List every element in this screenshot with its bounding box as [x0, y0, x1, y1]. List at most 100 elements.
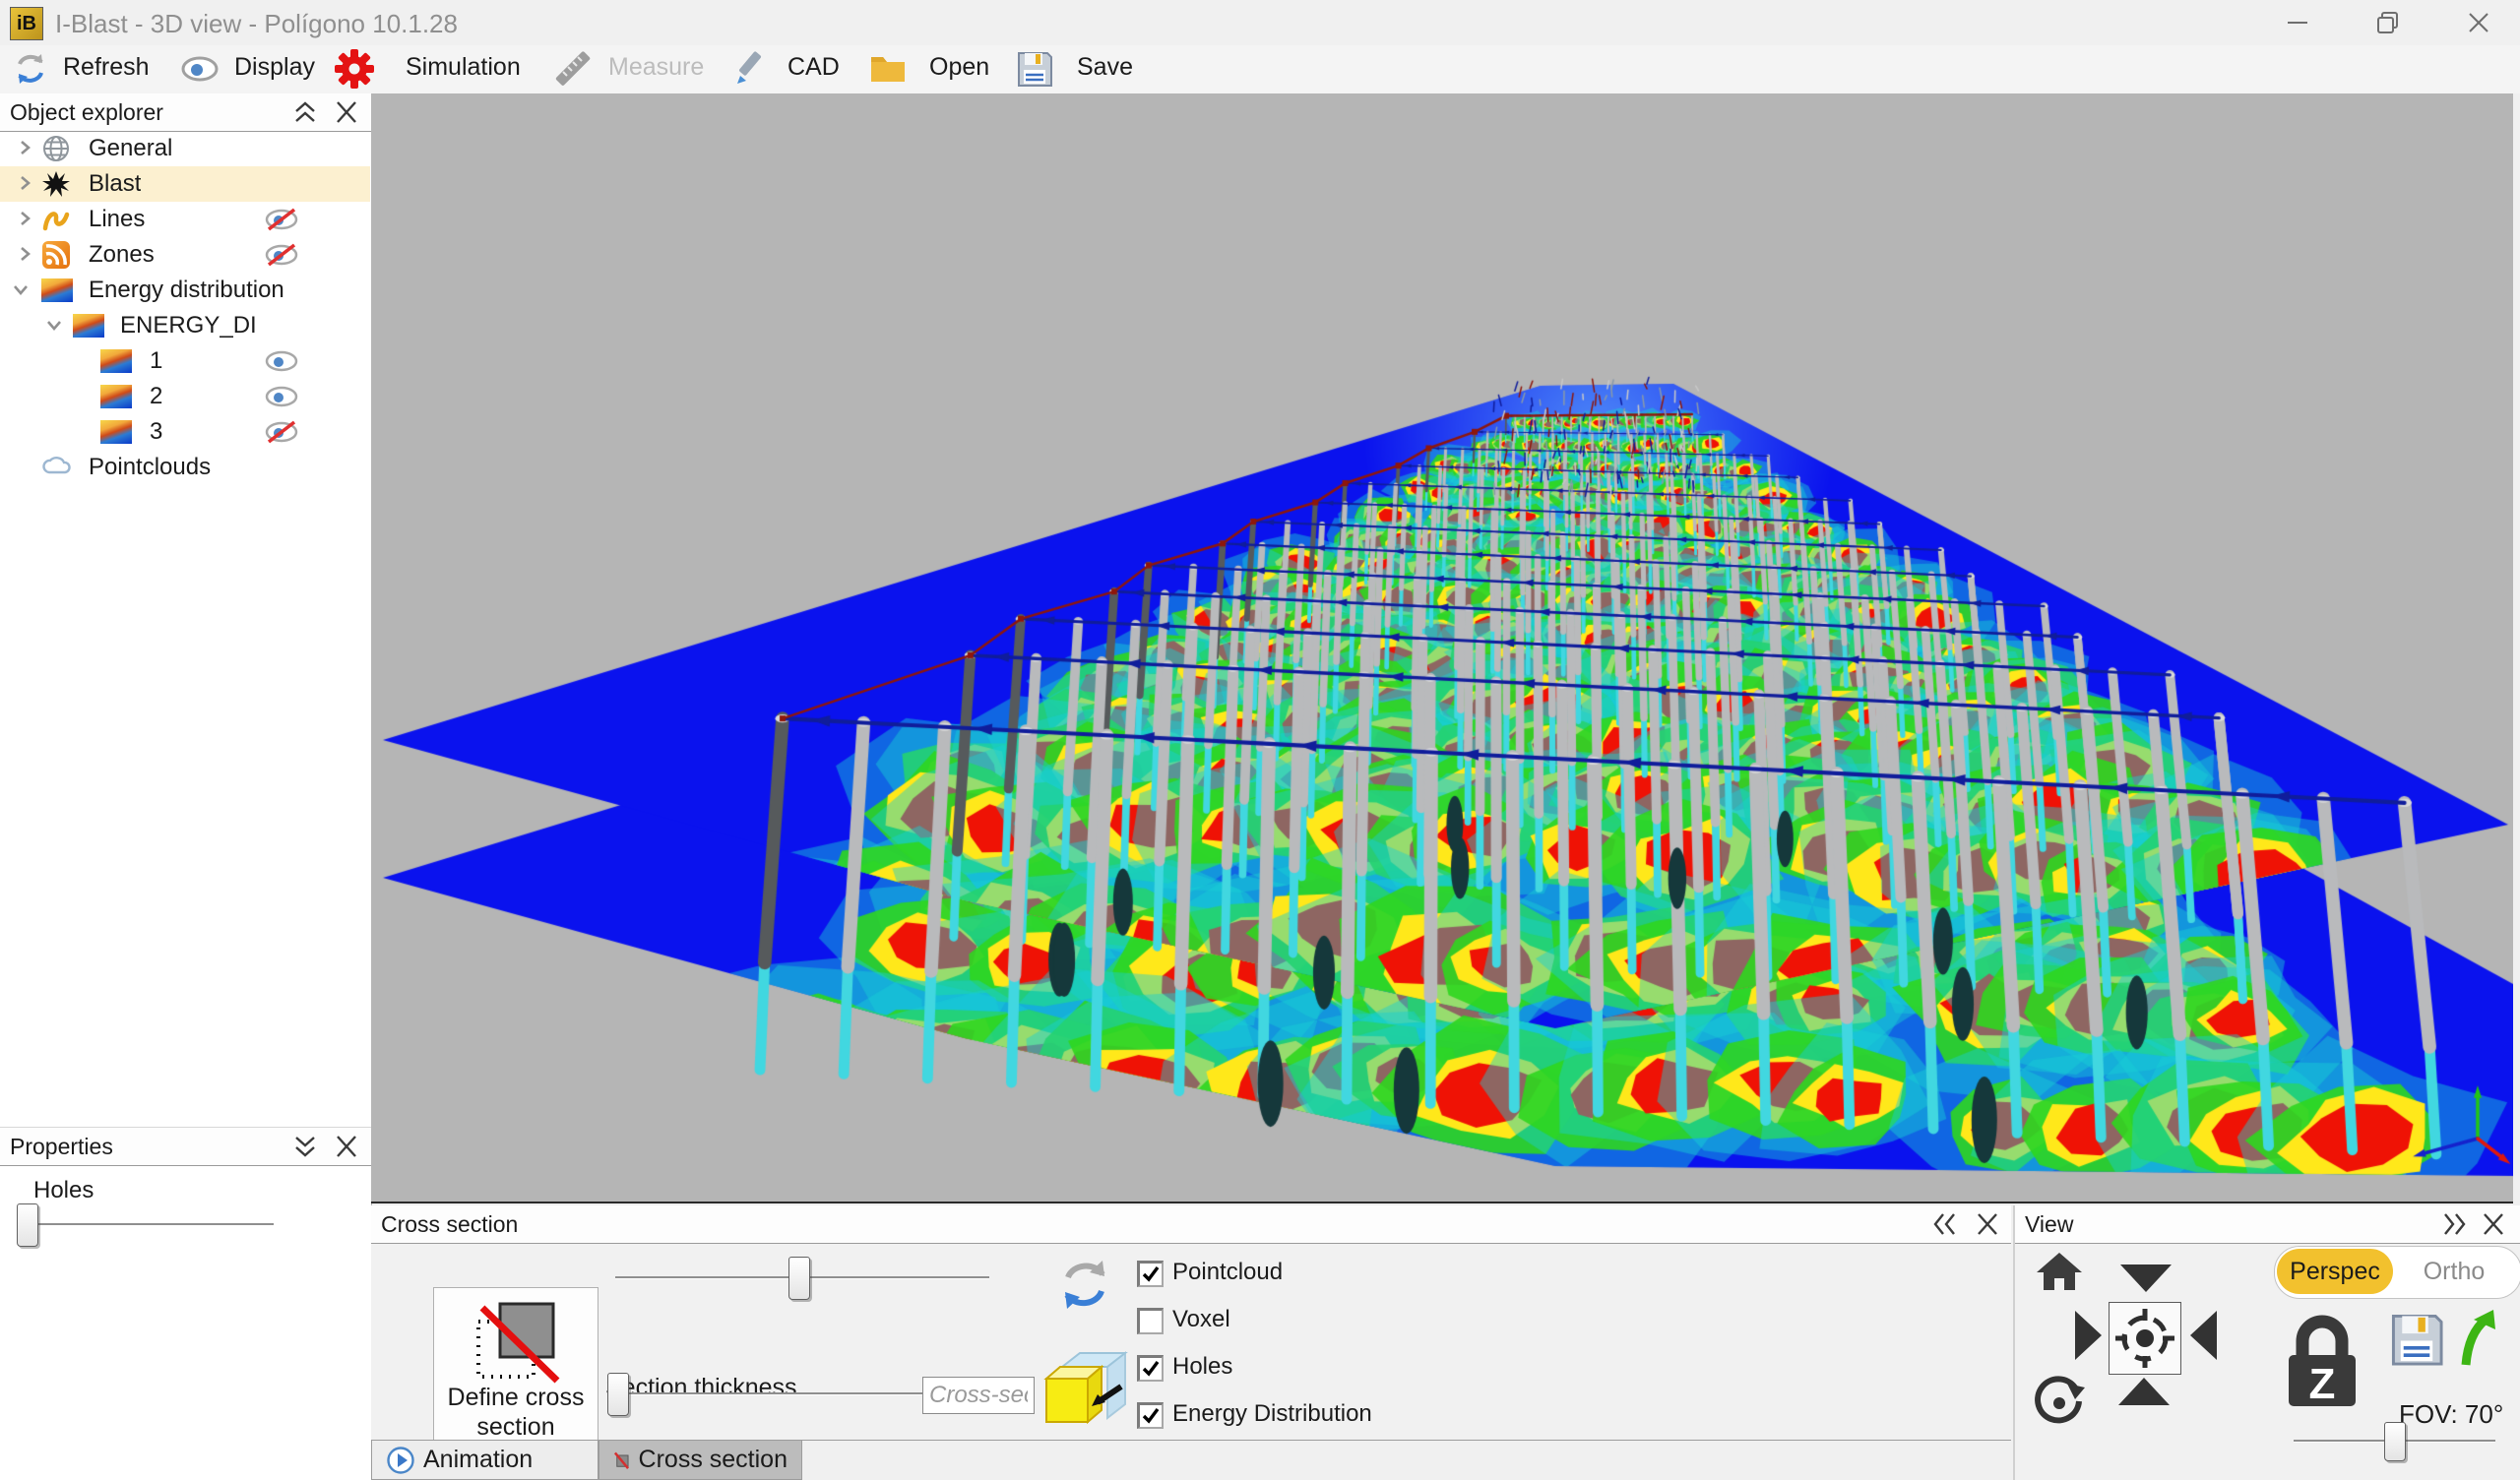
- rotate-right-button[interactable]: [2075, 1311, 2102, 1360]
- collapse-left-icon[interactable]: [1931, 1211, 1959, 1237]
- rotate-left-button[interactable]: [2190, 1311, 2217, 1360]
- tab-animation[interactable]: Animation: [371, 1441, 598, 1480]
- minimize-button[interactable]: [2260, 0, 2335, 45]
- svg-text:Z: Z: [2309, 1360, 2336, 1408]
- projection-toggle[interactable]: Perspec Ortho: [2274, 1246, 2520, 1299]
- lock-z-button[interactable]: Z: [2281, 1312, 2363, 1415]
- rotate-view-button[interactable]: [2030, 1368, 2087, 1430]
- expander-icon[interactable]: [12, 280, 30, 298]
- refresh-section-icon[interactable]: [1055, 1255, 1114, 1314]
- heatmap-icon: [100, 385, 132, 408]
- properties-header: Properties: [0, 1128, 371, 1166]
- section-position-thumb[interactable]: [788, 1257, 810, 1300]
- app-window: iB I-Blast - 3D view - Polígono 10.1.28 …: [0, 0, 2520, 1480]
- tree-label: Energy distribution: [89, 277, 362, 304]
- voxel-checkbox[interactable]: [1137, 1308, 1164, 1334]
- checkbox-label: Energy Distribution: [1172, 1400, 1372, 1428]
- toolbar-simulation[interactable]: Simulation: [406, 53, 521, 82]
- visibility-off-icon[interactable]: [264, 420, 299, 444]
- center-view-button[interactable]: [2109, 1302, 2181, 1375]
- toolbar-save[interactable]: Save: [1077, 53, 1133, 82]
- visibility-off-icon[interactable]: [264, 243, 299, 267]
- 3d-viewport[interactable]: [371, 93, 2513, 1203]
- zones-icon: [41, 240, 71, 270]
- visibility-on-icon[interactable]: [264, 349, 299, 373]
- tree-item-lines[interactable]: Lines: [0, 202, 370, 237]
- window-title: I-Blast - 3D view - Polígono 10.1.28: [55, 9, 458, 39]
- expander-icon[interactable]: [16, 139, 33, 156]
- tilt-up-button[interactable]: [2118, 1378, 2170, 1405]
- folder-icon[interactable]: [868, 50, 906, 88]
- tree-item-blast[interactable]: Blast: [0, 166, 370, 202]
- fov-slider-thumb[interactable]: [2384, 1422, 2406, 1461]
- holes-slider-thumb[interactable]: [17, 1203, 38, 1247]
- visibility-on-icon[interactable]: [264, 385, 299, 408]
- tree-item-zones[interactable]: Zones: [0, 237, 370, 273]
- visibility-off-icon[interactable]: [264, 208, 299, 231]
- tree-item-slice-2[interactable]: 2: [0, 379, 370, 414]
- close-panel-icon[interactable]: [333, 99, 360, 125]
- perspective-option[interactable]: Perspec: [2277, 1249, 2393, 1294]
- fov-value-label: FOV: 70°: [2399, 1399, 2503, 1430]
- cross-section-name-input[interactable]: [922, 1377, 1035, 1414]
- blast-icon: [41, 169, 71, 199]
- ruler-icon[interactable]: [553, 50, 591, 88]
- expander-icon[interactable]: [45, 316, 63, 334]
- define-cross-section-label: Define cross section: [434, 1383, 598, 1442]
- pointcloud-checkbox[interactable]: [1137, 1261, 1164, 1287]
- expander-icon[interactable]: [16, 210, 33, 227]
- tab-cross-section[interactable]: Cross section: [598, 1441, 802, 1480]
- tilt-down-button[interactable]: [2120, 1264, 2172, 1292]
- close-panel-icon[interactable]: [333, 1134, 360, 1159]
- tree-item-general[interactable]: General: [0, 131, 370, 166]
- minimize-icon: [2285, 10, 2310, 35]
- globe-icon: [41, 134, 71, 163]
- close-icon: [2466, 10, 2491, 35]
- up-arrow-button[interactable]: [2456, 1308, 2503, 1374]
- define-cross-section-icon: [471, 1294, 561, 1385]
- tree-label: 3: [150, 418, 162, 446]
- expand-panel-icon[interactable]: [291, 1134, 319, 1159]
- tree-item-pointclouds[interactable]: Pointclouds: [0, 450, 370, 485]
- object-explorer-header: Object explorer: [0, 93, 371, 132]
- holes-checkbox[interactable]: [1137, 1355, 1164, 1382]
- heatmap-icon: [41, 278, 73, 302]
- pencil-icon[interactable]: [730, 50, 768, 88]
- checkbox-label: Voxel: [1172, 1306, 1230, 1333]
- close-button[interactable]: [2441, 0, 2516, 45]
- toolbar-refresh[interactable]: Refresh: [63, 53, 150, 82]
- properties-title: Properties: [10, 1134, 113, 1160]
- toolbar-open[interactable]: Open: [929, 53, 989, 82]
- expander-icon[interactable]: [16, 174, 33, 192]
- section-thickness-thumb[interactable]: [607, 1373, 629, 1416]
- save-view-button[interactable]: [2389, 1312, 2444, 1372]
- object-explorer-title: Object explorer: [10, 99, 163, 126]
- cross-section-title: Cross section: [381, 1211, 518, 1238]
- tree-item-slice-3[interactable]: 3: [0, 414, 370, 450]
- toolbar-cad[interactable]: CAD: [788, 53, 840, 82]
- cross-section-content: Define cross section Section thickness: [371, 1243, 2011, 1440]
- floppy-icon[interactable]: [1016, 50, 1053, 88]
- ortho-option[interactable]: Ortho: [2405, 1249, 2503, 1294]
- expander-icon[interactable]: [16, 245, 33, 263]
- checkbox-label: Pointcloud: [1172, 1259, 1283, 1286]
- refresh-icon[interactable]: [12, 50, 49, 88]
- tree-item-slice-1[interactable]: 1: [0, 343, 370, 379]
- checkbox-label: Holes: [1172, 1353, 1232, 1381]
- toolbar-display[interactable]: Display: [234, 53, 315, 82]
- expand-right-icon[interactable]: [2440, 1211, 2468, 1237]
- view-panel: View: [2013, 1205, 2520, 1480]
- tree-item-energy-di[interactable]: ENERGY_DI: [0, 308, 370, 343]
- close-panel-icon[interactable]: [1974, 1211, 2001, 1237]
- tree-item-energy-distribution[interactable]: Energy distribution: [0, 273, 370, 308]
- display-eye-icon[interactable]: [180, 55, 218, 92]
- gear-icon[interactable]: [333, 47, 376, 91]
- collapse-panel-icon[interactable]: [291, 99, 319, 125]
- energy-distribution-checkbox[interactable]: [1137, 1402, 1164, 1429]
- home-view-button[interactable]: [2033, 1247, 2086, 1299]
- close-panel-icon[interactable]: [2480, 1211, 2507, 1237]
- voxel-cube-icon[interactable]: [1040, 1339, 1129, 1430]
- cross-section-header: Cross section: [371, 1205, 2011, 1244]
- holes-slider[interactable]: [33, 1223, 274, 1226]
- restore-button[interactable]: [2351, 0, 2426, 45]
